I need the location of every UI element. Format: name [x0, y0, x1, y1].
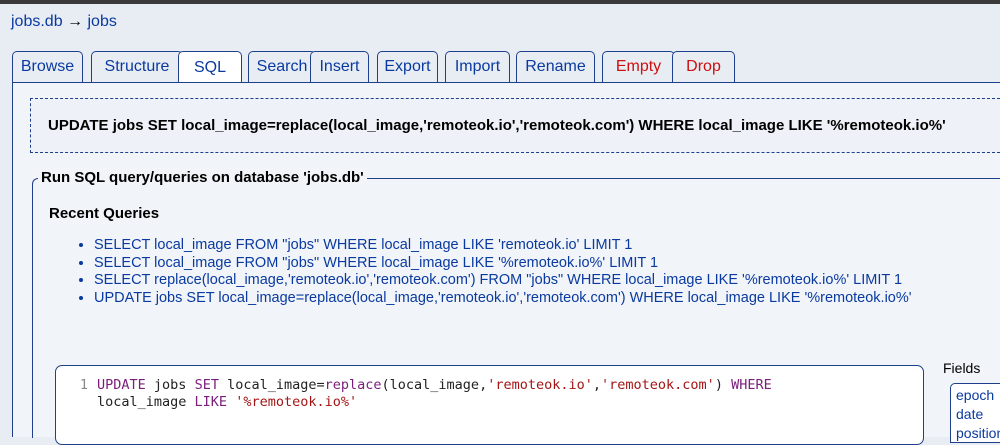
editor-gutter: 1 — [56, 366, 92, 444]
code-token-kw: SET — [194, 377, 219, 393]
sql-editor[interactable]: 1 UPDATE jobs SET local_image=replace(lo… — [55, 365, 924, 445]
code-token: jobs — [145, 377, 195, 393]
recent-query-link[interactable]: UPDATE jobs SET local_image=replace(loca… — [94, 290, 912, 306]
recent-queries-title: Recent Queries — [49, 205, 160, 222]
code-token-str: 'remoteok.io' — [487, 377, 593, 393]
tab-structure[interactable]: Structure — [91, 51, 183, 82]
code-token-str: '%remoteok.io%' — [235, 394, 358, 410]
recent-query-link[interactable]: SELECT replace(local_image,'remoteok.io'… — [94, 272, 902, 288]
tab-rename[interactable]: Rename — [516, 51, 595, 82]
tab-insert[interactable]: Insert — [310, 51, 369, 82]
code-token-kw: WHERE — [731, 377, 772, 393]
tab-empty[interactable]: Empty — [602, 51, 675, 82]
fields-list[interactable]: epoch date position — [950, 383, 1000, 443]
code-line: local_image LIKE '%remoteok.io%' — [97, 394, 772, 411]
fields-label: Fields — [943, 360, 981, 376]
breadcrumb-table-link[interactable]: jobs — [88, 13, 117, 30]
code-token-str: 'remoteok.com' — [601, 377, 715, 393]
tab-export[interactable]: Export — [377, 51, 438, 82]
code-token: , — [592, 377, 602, 393]
field-item-date[interactable]: date — [956, 406, 983, 422]
list-item: SELECT replace(local_image,'remoteok.io'… — [94, 272, 912, 290]
field-item-position[interactable]: position — [956, 425, 1000, 441]
code-token-kw: UPDATE — [97, 377, 146, 393]
list-item: SELECT local_image FROM "jobs" WHERE loc… — [94, 255, 912, 273]
recent-queries-list: SELECT local_image FROM "jobs" WHERE loc… — [77, 237, 912, 307]
tab-drop[interactable]: Drop — [672, 51, 735, 82]
recent-query-link[interactable]: SELECT local_image FROM "jobs" WHERE loc… — [94, 255, 658, 271]
recent-query-link[interactable]: SELECT local_image FROM "jobs" WHERE loc… — [94, 237, 632, 253]
list-item: SELECT local_image FROM "jobs" WHERE loc… — [94, 237, 912, 255]
breadcrumb: jobs.db → jobs — [11, 13, 117, 31]
executed-query-text: UPDATE jobs SET local_image=replace(loca… — [48, 117, 946, 134]
tab-browse[interactable]: Browse — [12, 51, 83, 82]
tab-search[interactable]: Search — [248, 51, 316, 82]
executed-query-box: UPDATE jobs SET local_image=replace(loca… — [30, 98, 1000, 153]
code-token-kw: LIKE — [194, 394, 228, 410]
window-top-border — [0, 0, 1000, 4]
run-query-legend: Run SQL query/queries on database 'jobs.… — [38, 169, 367, 186]
code-line: UPDATE jobs SET local_image=replace(loca… — [97, 377, 772, 394]
code-token: ) — [714, 377, 732, 393]
breadcrumb-db-link[interactable]: jobs.db — [11, 13, 63, 30]
code-token: local_image — [97, 394, 195, 410]
editor-code[interactable]: UPDATE jobs SET local_image=replace(loca… — [97, 377, 772, 411]
tab-import[interactable]: Import — [445, 51, 510, 82]
code-token-fn: replace — [324, 377, 382, 393]
code-token: local_image= — [218, 377, 325, 393]
code-token: (local_image, — [381, 377, 488, 393]
breadcrumb-arrow: → — [67, 13, 84, 30]
field-item-epoch[interactable]: epoch — [956, 387, 994, 403]
list-item: UPDATE jobs SET local_image=replace(loca… — [94, 290, 912, 308]
tab-sql[interactable]: SQL — [178, 51, 242, 84]
line-number: 1 — [79, 377, 88, 393]
